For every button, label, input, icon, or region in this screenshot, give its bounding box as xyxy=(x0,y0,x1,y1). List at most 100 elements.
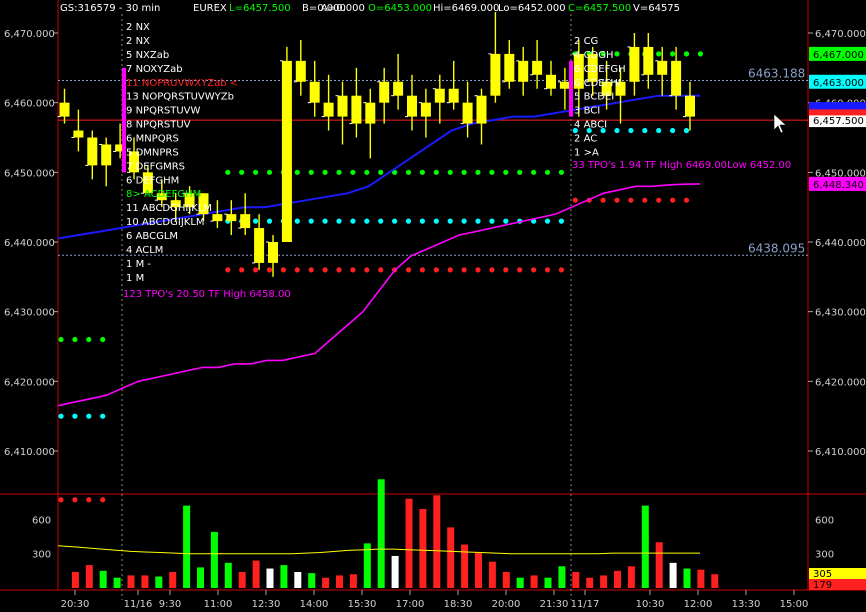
level-dot xyxy=(350,169,356,175)
level-dot xyxy=(294,218,300,224)
volume-bar xyxy=(669,562,677,588)
volume-bar xyxy=(572,571,580,588)
tpo-letters: DEFGHM xyxy=(136,175,180,186)
level-dot xyxy=(572,197,578,203)
tpo-count: 10 xyxy=(126,217,139,228)
tpo-row: 5 DMNPRS xyxy=(126,147,179,158)
level-dot xyxy=(100,497,106,503)
volume-bar xyxy=(322,577,330,588)
price-bar-body xyxy=(685,95,695,117)
tpo-count: 8> xyxy=(126,189,141,200)
price-bar-body xyxy=(504,53,515,82)
price-bar-body xyxy=(59,102,70,117)
reference-line-label: 6438.095 xyxy=(748,241,805,255)
tpo-row: 11 NOPRUVWXYZab < xyxy=(126,78,238,89)
level-dot xyxy=(86,336,92,343)
level-dot xyxy=(447,267,453,273)
level-dot xyxy=(225,267,231,273)
header-open: O=6453.000 xyxy=(368,3,432,14)
level-dot xyxy=(433,218,439,224)
tpo-row: 5 NXZab xyxy=(126,50,169,61)
volume-bar xyxy=(614,570,621,588)
volume-bar xyxy=(711,574,719,588)
level-dot xyxy=(322,218,328,224)
volume-bar xyxy=(683,568,691,588)
time-tick-label: 11:00 xyxy=(204,599,233,610)
stop-label-badge xyxy=(809,109,866,116)
tpo-row: 4 ABCI xyxy=(574,120,607,131)
profile-summary: 123 TPO's 20.50 TF High 6458.00 xyxy=(123,289,291,300)
volume-bar xyxy=(127,575,135,588)
tpo-row: 11 ABCDGHIJKLM xyxy=(126,203,212,214)
volume-bar xyxy=(558,566,566,588)
tpo-letters: ACDEFGHM xyxy=(144,189,201,200)
time-tick-label: 14:00 xyxy=(300,599,329,610)
volume-bar xyxy=(391,555,399,588)
tpo-letters: >A xyxy=(584,147,599,158)
volume-bar xyxy=(294,571,302,588)
level-dot xyxy=(642,127,648,134)
level-dot xyxy=(239,267,245,273)
tpo-row: 8 NPQRSTUV xyxy=(126,120,191,131)
tpo-letters: NOXYZab xyxy=(136,64,183,75)
level-dot xyxy=(280,267,286,273)
volume-bar xyxy=(641,505,649,588)
price-bar-body xyxy=(643,46,654,75)
price-tick-label-right: 6,440.000 xyxy=(815,238,866,249)
tpo-row: 3 BCI xyxy=(574,106,600,117)
level-dot xyxy=(72,497,78,503)
price-bar-body xyxy=(546,74,556,89)
tpo-letters: ABCDGIJKLM xyxy=(142,217,205,228)
level-dot xyxy=(475,169,481,175)
level-dot xyxy=(308,218,314,224)
price-bar-body xyxy=(393,81,404,96)
level-dot xyxy=(670,197,676,203)
level-dot xyxy=(58,413,64,419)
level-dot xyxy=(642,197,648,203)
tpo-row: 10 ABCDGIJKLM xyxy=(126,217,205,228)
volume-bar xyxy=(252,560,260,588)
time-tick-label: 15:00 xyxy=(780,599,809,610)
volume-bar xyxy=(141,575,149,588)
tpo-letters: AC xyxy=(584,134,598,145)
level-dot xyxy=(503,218,509,224)
level-dot xyxy=(336,267,342,273)
level-dot xyxy=(419,267,425,273)
header-bar: GS:316579 - 30 min EUREX L=6457.500 B=0.… xyxy=(60,3,680,14)
volume-bar xyxy=(210,531,218,588)
time-tick-label: 11/16 xyxy=(124,599,153,610)
level-dot xyxy=(405,267,412,273)
volume-bar xyxy=(530,575,538,588)
price-tick-label-left: 6,450.000 xyxy=(4,168,55,179)
price-tick-label-left: 6,410.000 xyxy=(4,447,55,458)
time-tick-label: 12:00 xyxy=(684,599,713,610)
volume-bar xyxy=(99,570,107,588)
price-bar-body xyxy=(240,214,251,229)
level-dot xyxy=(558,267,565,273)
volume-bar xyxy=(475,552,482,588)
price-bar-body xyxy=(101,144,112,166)
price-tick-label-left: 6,460.000 xyxy=(4,99,55,110)
level-dot xyxy=(253,218,259,224)
tpo-letters: NPQRSTUVW xyxy=(136,106,201,117)
tpo-row: 5 BCDEI xyxy=(574,92,614,103)
price-bar-body xyxy=(518,60,529,82)
price-bar-body xyxy=(212,214,223,222)
volume-bar xyxy=(697,569,705,588)
price-bar-body xyxy=(448,88,459,103)
level-dot xyxy=(517,267,523,273)
volume-bar xyxy=(280,565,288,588)
volume-bar xyxy=(544,577,552,588)
time-tick-label: 15:30 xyxy=(348,599,377,610)
level-dot xyxy=(239,169,245,175)
level-dot xyxy=(475,267,481,273)
price-bar-body xyxy=(351,95,362,124)
tpo-letters: ABCI xyxy=(584,120,607,131)
level-dot xyxy=(628,197,634,203)
price-bar-body xyxy=(532,60,543,75)
level-dot xyxy=(544,218,551,224)
tpo-row: 8> ACDEFGHM xyxy=(126,189,201,200)
level-dot xyxy=(350,218,356,224)
time-tick-label: 13:30 xyxy=(732,599,761,610)
price-tick-label-left: 6,470.000 xyxy=(4,29,55,40)
